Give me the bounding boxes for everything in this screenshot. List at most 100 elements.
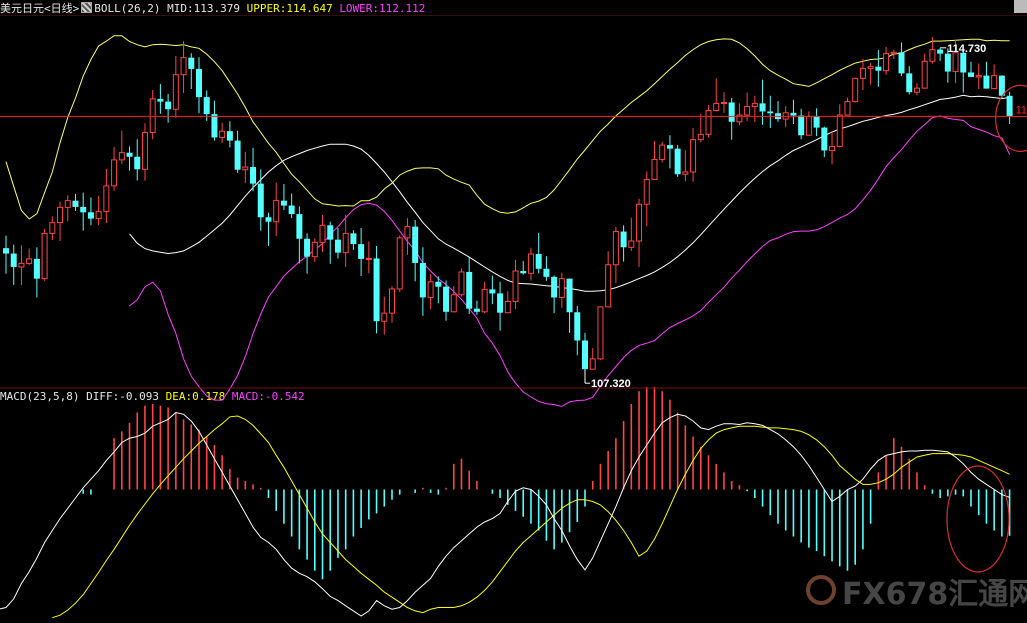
candle <box>651 141 658 181</box>
candle-body <box>234 140 241 170</box>
candle-body <box>26 258 33 264</box>
candle <box>280 184 287 211</box>
candle <box>381 296 388 335</box>
candle <box>535 232 542 274</box>
candle <box>968 61 974 77</box>
candle-body <box>304 238 311 257</box>
candle-body <box>574 312 581 341</box>
candle-body <box>543 268 550 277</box>
candle <box>80 192 87 231</box>
candle <box>165 93 172 123</box>
candle <box>643 171 650 227</box>
candle-body <box>651 158 658 181</box>
candle <box>373 245 380 334</box>
candle-body <box>690 139 697 173</box>
candle-body <box>744 106 751 116</box>
candle-body <box>666 145 673 149</box>
candle <box>666 135 673 169</box>
high-label: 114.730 <box>947 43 986 55</box>
candle-body <box>921 60 928 89</box>
candle <box>921 53 928 89</box>
candle <box>790 99 797 125</box>
candle-body <box>906 73 913 93</box>
candle-body <box>852 77 859 103</box>
candle-body <box>80 206 87 213</box>
candle <box>41 228 48 281</box>
chart-canvas: 114.730107.320112.961 <box>0 15 1027 619</box>
candle <box>636 198 643 267</box>
candle-body <box>636 203 643 242</box>
candle <box>273 182 280 237</box>
candle-body <box>350 233 357 245</box>
candle <box>497 281 504 331</box>
candle-body <box>829 145 836 151</box>
candle-body <box>620 231 627 248</box>
candle <box>859 59 866 90</box>
watermark: FX678汇通网 <box>806 569 1027 613</box>
candle-body <box>118 152 125 161</box>
candle-body <box>458 271 465 296</box>
candle <box>458 268 465 297</box>
candle <box>998 75 1005 99</box>
candle-body <box>597 306 604 360</box>
candle-body <box>859 67 866 79</box>
candle-body <box>381 312 388 322</box>
candle <box>466 257 473 315</box>
candle <box>33 247 40 298</box>
boll-lower-line <box>129 115 1011 407</box>
candle-body <box>111 159 118 187</box>
candle <box>365 241 372 274</box>
candle-body <box>504 300 511 314</box>
candle <box>720 92 727 113</box>
candle-body <box>697 133 704 141</box>
candle-body <box>3 248 9 254</box>
candle-body <box>49 222 56 234</box>
candle <box>674 145 681 177</box>
candle-body <box>219 130 226 138</box>
candle <box>234 130 241 173</box>
candle-body <box>643 179 650 205</box>
candle-body <box>960 52 967 73</box>
candle <box>72 193 79 211</box>
candle-body <box>419 262 426 298</box>
candle-body <box>813 116 820 128</box>
price-panel <box>0 35 1027 407</box>
candle-body <box>998 75 1005 96</box>
watermark-text: FX678汇通网 <box>842 577 1027 612</box>
candle <box>736 103 743 126</box>
candle <box>250 147 257 192</box>
candle <box>311 238 318 263</box>
candle-body <box>489 289 496 294</box>
candle-body <box>952 52 959 73</box>
candle <box>836 104 843 148</box>
candle-body <box>759 103 766 112</box>
candle-body <box>659 144 666 160</box>
candle <box>95 195 102 226</box>
candle <box>728 98 735 140</box>
candle <box>350 230 357 250</box>
candle <box>288 193 295 219</box>
candle <box>520 261 527 275</box>
macd-highlight-circle <box>946 465 1010 573</box>
candle <box>597 306 604 361</box>
candle-body <box>18 262 25 268</box>
candle-body <box>141 132 148 170</box>
candle <box>844 97 851 116</box>
candle <box>296 206 303 264</box>
candle <box>57 201 64 241</box>
candle-body <box>288 205 295 215</box>
candle-body <box>720 102 727 105</box>
candle <box>157 84 164 114</box>
candle-body <box>929 49 936 62</box>
candle-body <box>512 270 519 302</box>
candle-body <box>937 49 944 54</box>
candle-body <box>767 111 774 114</box>
candle-body <box>41 232 48 280</box>
candle <box>304 233 311 274</box>
candle <box>798 108 805 140</box>
candle <box>543 256 550 281</box>
candle-body <box>983 75 990 89</box>
candle-body <box>226 131 233 141</box>
candle-body <box>412 226 419 263</box>
candle <box>759 79 766 125</box>
